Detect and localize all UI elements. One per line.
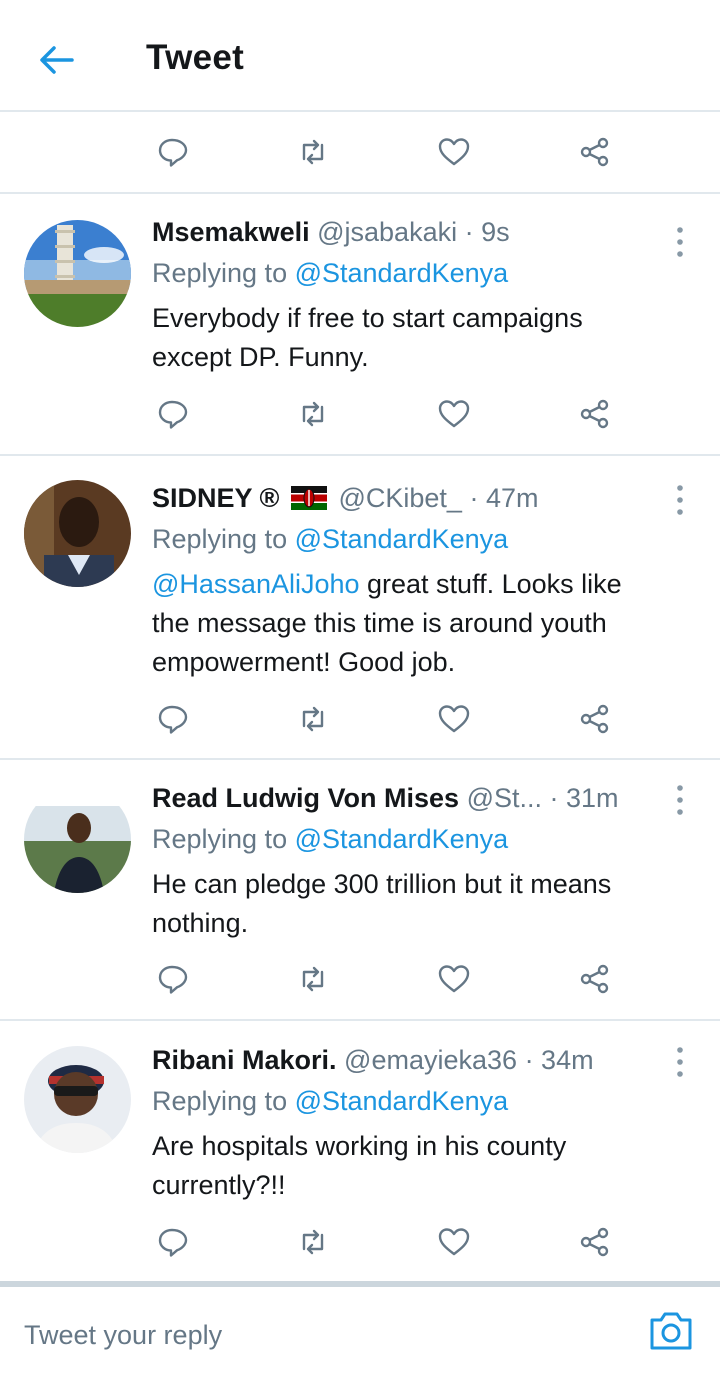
avatar[interactable] bbox=[24, 786, 131, 893]
retweet-icon[interactable] bbox=[296, 135, 336, 175]
tweet-actions bbox=[0, 962, 720, 1010]
share-icon[interactable] bbox=[578, 962, 618, 1002]
replying-to-link[interactable]: @StandardKenya bbox=[295, 824, 509, 854]
back-arrow-icon[interactable] bbox=[36, 40, 76, 80]
composer-divider bbox=[0, 1281, 720, 1287]
like-icon[interactable] bbox=[437, 397, 477, 437]
tweet-text: @HassanAliJoho great stuff. Looks like t… bbox=[152, 569, 622, 677]
replying-to: Replying to @StandardKenya bbox=[152, 258, 509, 288]
more-options-icon[interactable] bbox=[670, 1044, 690, 1080]
share-icon[interactable] bbox=[578, 702, 618, 742]
tweet-header: Read Ludwig Von Mises @St... · 31m bbox=[152, 778, 619, 818]
divider bbox=[0, 1019, 720, 1021]
reply-tweet[interactable]: Read Ludwig Von Mises @St... · 31m Reply… bbox=[0, 778, 720, 1018]
retweet-icon[interactable] bbox=[296, 397, 336, 437]
tweet-actions bbox=[0, 397, 720, 445]
timestamp: · 47m bbox=[469, 483, 539, 513]
replying-to: Replying to @StandardKenya bbox=[152, 1086, 509, 1116]
tweet-header: Ribani Makori. @emayieka36 · 34m bbox=[152, 1040, 594, 1080]
replying-to: Replying to @StandardKenya bbox=[152, 524, 509, 554]
top-bar: Tweet bbox=[0, 0, 720, 112]
tweet-text: Everybody if free to start campaigns exc… bbox=[152, 303, 583, 372]
tweet-actions bbox=[0, 702, 720, 750]
divider bbox=[0, 758, 720, 760]
main-tweet-actions bbox=[0, 135, 720, 183]
divider bbox=[0, 454, 720, 456]
display-name[interactable]: Read Ludwig Von Mises bbox=[152, 783, 459, 813]
share-icon[interactable] bbox=[578, 397, 618, 437]
reply-icon[interactable] bbox=[156, 1225, 196, 1265]
share-icon[interactable] bbox=[578, 1225, 618, 1265]
more-options-icon[interactable] bbox=[670, 782, 690, 818]
user-handle[interactable]: @St... bbox=[467, 783, 542, 813]
divider bbox=[0, 192, 720, 194]
mention-link[interactable]: @HassanAliJoho bbox=[152, 569, 360, 599]
display-name[interactable]: Msemakweli bbox=[152, 217, 310, 247]
user-handle[interactable]: @CKibet_ bbox=[338, 483, 461, 513]
tweet-header: Msemakweli @jsabakaki · 9s bbox=[152, 212, 510, 252]
page-title: Tweet bbox=[146, 38, 245, 77]
like-icon[interactable] bbox=[437, 1225, 477, 1265]
timestamp: · 31m bbox=[549, 783, 619, 813]
user-handle[interactable]: @emayieka36 bbox=[344, 1045, 517, 1075]
replying-to-link[interactable]: @StandardKenya bbox=[295, 524, 509, 554]
more-options-icon[interactable] bbox=[670, 224, 690, 260]
retweet-icon[interactable] bbox=[296, 702, 336, 742]
reply-icon[interactable] bbox=[156, 962, 196, 1002]
camera-icon[interactable] bbox=[648, 1308, 694, 1352]
replying-to-link[interactable]: @StandardKenya bbox=[295, 1086, 509, 1116]
display-name[interactable]: Ribani Makori. bbox=[152, 1045, 337, 1075]
like-icon[interactable] bbox=[437, 702, 477, 742]
like-icon[interactable] bbox=[437, 135, 477, 175]
more-options-icon[interactable] bbox=[670, 482, 690, 518]
kenya-flag-icon bbox=[290, 481, 327, 510]
reply-icon[interactable] bbox=[156, 135, 196, 175]
tweet-actions bbox=[0, 1225, 720, 1273]
replying-to-link[interactable]: @StandardKenya bbox=[295, 258, 509, 288]
reply-tweet[interactable]: SIDNEY ® @CKibet_ · 47m Replying to @Sta… bbox=[0, 478, 720, 758]
avatar[interactable] bbox=[24, 220, 131, 327]
avatar[interactable] bbox=[24, 480, 131, 587]
tweet-header: SIDNEY ® @CKibet_ · 47m bbox=[152, 478, 538, 518]
reply-icon[interactable] bbox=[156, 397, 196, 437]
display-name[interactable]: SIDNEY ® bbox=[152, 483, 279, 513]
retweet-icon[interactable] bbox=[296, 1225, 336, 1265]
timestamp: · 34m bbox=[524, 1045, 594, 1075]
reply-tweet[interactable]: Msemakweli @jsabakaki · 9s Replying to @… bbox=[0, 212, 720, 452]
replying-to: Replying to @StandardKenya bbox=[152, 824, 509, 854]
share-icon[interactable] bbox=[578, 135, 618, 175]
tweet-text: He can pledge 300 trillion but it means … bbox=[152, 869, 612, 938]
reply-input[interactable] bbox=[24, 1320, 584, 1351]
reply-composer bbox=[0, 1290, 720, 1373]
timestamp: · 9s bbox=[464, 217, 510, 247]
user-handle[interactable]: @jsabakaki bbox=[317, 217, 457, 247]
tweet-text: Are hospitals working in his county curr… bbox=[152, 1131, 567, 1200]
like-icon[interactable] bbox=[437, 962, 477, 1002]
reply-tweet[interactable]: Ribani Makori. @emayieka36 · 34m Replyin… bbox=[0, 1040, 720, 1280]
avatar[interactable] bbox=[24, 1046, 131, 1153]
retweet-icon[interactable] bbox=[296, 962, 336, 1002]
reply-icon[interactable] bbox=[156, 702, 196, 742]
